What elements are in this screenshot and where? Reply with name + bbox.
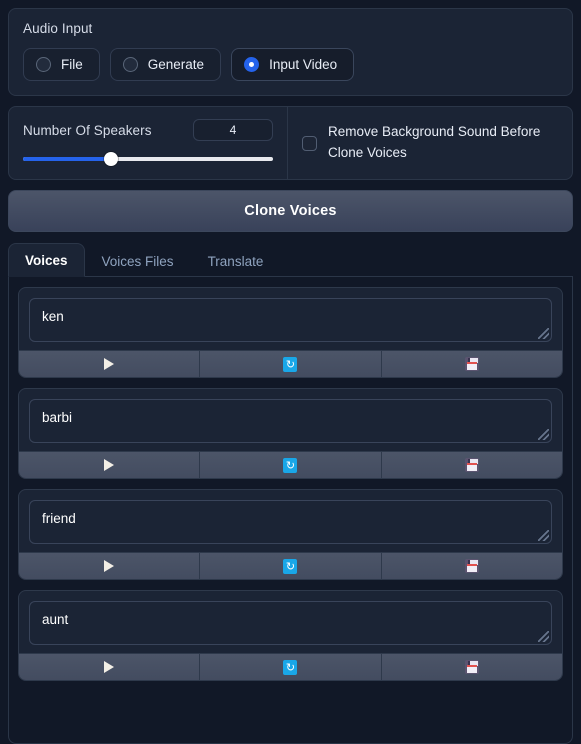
radio-option-file[interactable]: File bbox=[23, 48, 100, 81]
radio-label-input-video: Input Video bbox=[269, 57, 338, 72]
save-voice-button[interactable] bbox=[381, 553, 562, 579]
resize-handle-icon[interactable] bbox=[538, 530, 549, 541]
voice-name-textarea[interactable]: aunt bbox=[29, 601, 552, 645]
clone-voices-button[interactable]: Clone Voices bbox=[8, 190, 573, 232]
audio-input-panel: Audio Input File Generate Input Video bbox=[8, 8, 573, 96]
play-voice-button[interactable] bbox=[19, 654, 201, 680]
voice-actions: ↻ bbox=[19, 552, 562, 579]
play-icon bbox=[104, 560, 115, 572]
speakers-slider[interactable] bbox=[23, 152, 273, 166]
remove-background-label: Remove Background Sound Before Clone Voi… bbox=[328, 124, 541, 160]
save-voice-button[interactable] bbox=[381, 351, 562, 377]
resize-handle-icon[interactable] bbox=[538, 631, 549, 642]
voice-card: ken ↻ bbox=[18, 287, 563, 378]
app-root: Audio Input File Generate Input Video Nu… bbox=[0, 0, 581, 744]
voice-name-textarea[interactable]: barbi bbox=[29, 399, 552, 443]
play-icon bbox=[104, 661, 115, 673]
voice-card: barbi ↻ bbox=[18, 388, 563, 479]
save-voice-button[interactable] bbox=[381, 654, 562, 680]
speakers-left-section: Number Of Speakers 4 bbox=[9, 107, 288, 179]
voice-actions: ↻ bbox=[19, 350, 562, 377]
resize-handle-icon[interactable] bbox=[538, 328, 549, 339]
save-icon bbox=[464, 357, 479, 371]
refresh-icon: ↻ bbox=[283, 558, 298, 574]
speakers-header: Number Of Speakers 4 bbox=[23, 119, 273, 141]
save-icon bbox=[464, 660, 479, 674]
speakers-label: Number Of Speakers bbox=[23, 122, 152, 138]
refresh-icon: ↻ bbox=[283, 457, 298, 473]
voice-actions: ↻ bbox=[19, 653, 562, 680]
radio-dot-icon bbox=[244, 57, 260, 72]
play-icon bbox=[104, 358, 115, 370]
voice-name-textarea[interactable]: friend bbox=[29, 500, 552, 544]
audio-input-radio-group: File Generate Input Video bbox=[23, 48, 558, 81]
play-voice-button[interactable] bbox=[19, 351, 201, 377]
tab-voices[interactable]: Voices bbox=[8, 243, 85, 277]
radio-option-generate[interactable]: Generate bbox=[109, 48, 222, 81]
play-voice-button[interactable] bbox=[19, 452, 201, 478]
save-icon bbox=[464, 559, 479, 573]
tab-bar: Voices Voices Files Translate bbox=[8, 242, 573, 277]
audio-input-label: Audio Input bbox=[23, 21, 93, 36]
voices-list: ken ↻ barbi ↻ friend ↻ aunt ↻ bbox=[8, 277, 573, 744]
radio-label-file: File bbox=[61, 57, 83, 72]
save-icon bbox=[464, 458, 479, 472]
radio-dot-icon bbox=[36, 57, 51, 72]
refresh-icon: ↻ bbox=[283, 659, 298, 675]
tab-translate[interactable]: Translate bbox=[191, 244, 281, 277]
regenerate-voice-button[interactable]: ↻ bbox=[200, 553, 382, 579]
speakers-panel: Number Of Speakers 4 Remove Background S… bbox=[8, 106, 573, 180]
speakers-number-input[interactable]: 4 bbox=[193, 119, 273, 141]
voice-card: aunt ↻ bbox=[18, 590, 563, 681]
slider-fill bbox=[23, 157, 111, 161]
voice-name-textarea[interactable]: ken bbox=[29, 298, 552, 342]
radio-option-input-video[interactable]: Input Video bbox=[231, 48, 355, 81]
play-icon bbox=[104, 459, 115, 471]
speakers-right-section: Remove Background Sound Before Clone Voi… bbox=[288, 107, 572, 179]
regenerate-voice-button[interactable]: ↻ bbox=[200, 452, 382, 478]
resize-handle-icon[interactable] bbox=[538, 429, 549, 440]
slider-thumb[interactable] bbox=[103, 152, 118, 166]
radio-label-generate: Generate bbox=[147, 57, 205, 72]
regenerate-voice-button[interactable]: ↻ bbox=[200, 654, 382, 680]
radio-dot-icon bbox=[122, 57, 138, 72]
tab-voices-files[interactable]: Voices Files bbox=[85, 244, 191, 277]
voice-actions: ↻ bbox=[19, 451, 562, 478]
refresh-icon: ↻ bbox=[283, 356, 298, 372]
regenerate-voice-button[interactable]: ↻ bbox=[200, 351, 382, 377]
play-voice-button[interactable] bbox=[19, 553, 201, 579]
voice-card: friend ↻ bbox=[18, 489, 563, 580]
remove-background-checkbox[interactable] bbox=[302, 135, 317, 151]
tabs-section: Voices Voices Files Translate ken ↻ barbi ↻… bbox=[8, 242, 573, 744]
save-voice-button[interactable] bbox=[381, 452, 562, 478]
